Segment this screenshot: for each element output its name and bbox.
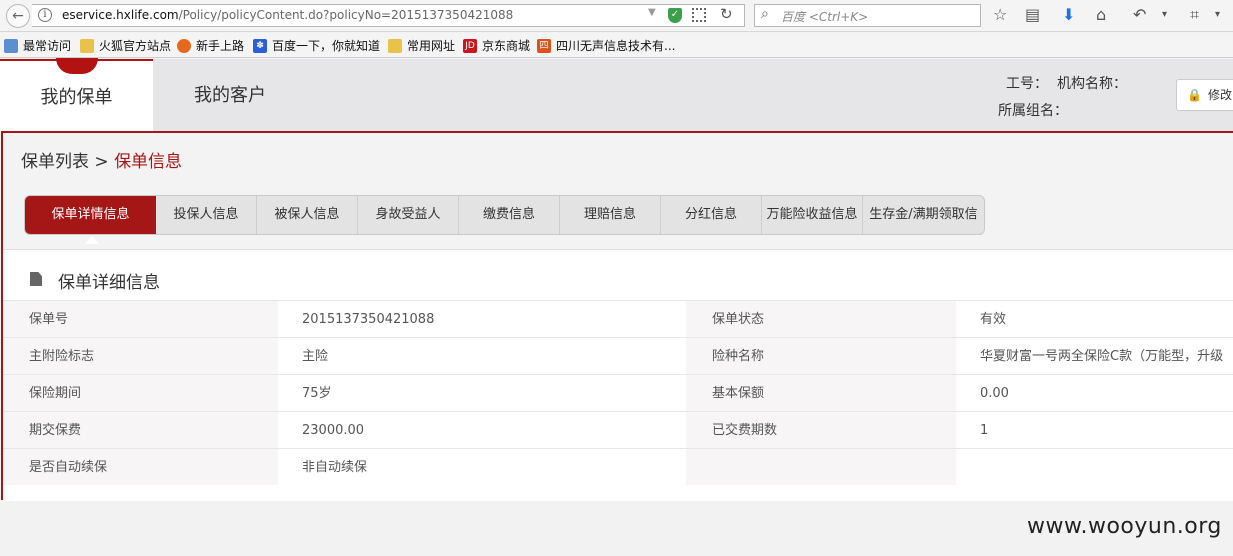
section-title: 保单详细信息 — [58, 273, 160, 293]
content-panel: 保单列表 > 保单信息 保单详情信息 投保人信息 被保人信息 身故受益人 缴费信… — [1, 131, 1233, 501]
tab-universal-returns[interactable]: 万能险收益信息 — [762, 196, 863, 234]
table-row: 是否自动续保 非自动续保 — [3, 448, 1233, 485]
breadcrumb: 保单列表 > 保单信息 — [21, 147, 182, 172]
browser-toolbar: ← i eservice.hxlife.com/Policy/policyCon… — [0, 0, 1233, 32]
back-arrow-icon[interactable]: ← — [6, 4, 30, 28]
reload-icon[interactable]: ↻ — [720, 5, 733, 23]
modify-button[interactable]: 🔒 修改 — [1176, 79, 1233, 111]
tab-claims[interactable]: 理赔信息 — [560, 196, 661, 234]
bookmark-firefox-site[interactable]: 火狐官方站点 — [80, 37, 171, 54]
url-path: /Policy/policyContent.do?policyNo=201513… — [178, 8, 514, 22]
dropdown-arrow-icon[interactable]: ▼ — [648, 7, 656, 18]
bookmark-icon — [4, 38, 18, 53]
field-label: 是否自动续保 — [3, 449, 278, 485]
crop-menu-icon[interactable]: ▾ — [1215, 5, 1220, 25]
document-icon — [30, 272, 42, 286]
table-row: 保险期间 75岁 基本保额 0.00 — [3, 374, 1233, 411]
crop-icon[interactable]: ⌗ — [1190, 5, 1199, 25]
field-value: 华夏财富一号两全保险C款（万能型，升级 — [980, 349, 1224, 364]
field-value: 2015137350421088 — [302, 312, 435, 327]
folder-icon — [80, 38, 94, 53]
field-label — [686, 449, 956, 485]
baidu-paw-icon: ✽ — [253, 38, 267, 53]
bookmark-getting-started[interactable]: 新手上路 — [177, 37, 244, 54]
bookmark-common-sites[interactable]: 常用网址 — [388, 37, 455, 54]
tab-my-customers[interactable]: 我的客户 — [175, 59, 285, 131]
staff-id-label: 工号： — [1006, 76, 1048, 92]
undo-menu-icon[interactable]: ▾ — [1162, 5, 1167, 25]
reading-list-icon[interactable]: ▤ — [1025, 5, 1040, 25]
breadcrumb-current: 保单信息 — [114, 152, 183, 172]
field-label: 期交保费 — [3, 412, 278, 448]
jd-logo-icon: JD — [463, 38, 477, 53]
home-icon[interactable]: ⌂ — [1096, 5, 1106, 25]
table-row: 期交保费 23000.00 已交费期数 1 — [3, 411, 1233, 448]
shield-icon[interactable]: ✓ — [668, 8, 682, 23]
field-value: 有效 — [980, 312, 1007, 327]
field-value: 1 — [980, 423, 989, 438]
address-bar[interactable]: i eservice.hxlife.com/Policy/policyConte… — [32, 4, 745, 27]
breadcrumb-separator: > — [94, 152, 109, 172]
qr-code-icon[interactable] — [692, 8, 706, 22]
firefox-icon — [177, 38, 191, 53]
download-icon[interactable]: ⬇ — [1062, 5, 1075, 25]
field-value: 主险 — [302, 349, 329, 364]
url-host: eservice.hxlife.com — [62, 8, 179, 22]
org-name-label: 机构名称： — [1057, 76, 1127, 92]
tab-insured[interactable]: 被保人信息 — [257, 196, 358, 234]
field-label: 保单号 — [3, 301, 278, 337]
bookmark-star-icon[interactable]: ☆ — [993, 5, 1007, 25]
policy-detail-table: 保单号 2015137350421088 保单状态 有效 主附险标志 主险 险种… — [3, 300, 1233, 485]
bookmark-jd[interactable]: JD 京东商城 — [463, 37, 530, 54]
field-value: 23000.00 — [302, 423, 365, 438]
undo-icon[interactable]: ↶ — [1133, 5, 1146, 25]
field-value: 非自动续保 — [302, 460, 368, 475]
field-label: 保单状态 — [686, 301, 956, 337]
table-row: 保单号 2015137350421088 保单状态 有效 — [3, 300, 1233, 337]
folder-icon — [388, 38, 402, 53]
bookmark-most-visited[interactable]: 最常访问 — [4, 37, 71, 54]
active-tab-pointer — [85, 236, 99, 244]
lock-icon: 🔒 — [1187, 88, 1202, 102]
search-bar[interactable]: ⌕ 百度 <Ctrl+K> — [754, 4, 981, 27]
bookmark-baidu[interactable]: ✽ 百度一下，你就知道 — [253, 37, 380, 54]
tab-dividends[interactable]: 分红信息 — [661, 196, 762, 234]
tab-policyholder[interactable]: 投保人信息 — [156, 196, 257, 234]
site-logo-icon: 四 — [537, 38, 551, 53]
tab-policy-details[interactable]: 保单详情信息 — [25, 196, 156, 234]
field-label: 保险期间 — [3, 375, 278, 411]
tab-death-beneficiary[interactable]: 身故受益人 — [358, 196, 459, 234]
watermark: www.wooyun.org — [1027, 514, 1222, 539]
field-value: 0.00 — [980, 386, 1009, 401]
group-name-label: 所属组名： — [998, 103, 1068, 119]
field-label: 险种名称 — [686, 338, 956, 374]
field-value — [956, 449, 1233, 485]
field-value: 75岁 — [302, 386, 332, 401]
search-icon: ⌕ — [761, 6, 769, 22]
policy-subtabs: 保单详情信息 投保人信息 被保人信息 身故受益人 缴费信息 理赔信息 分红信息 … — [24, 195, 985, 235]
tab-payment[interactable]: 缴费信息 — [459, 196, 560, 234]
policy-detail-section: 保单详细信息 保单号 2015137350421088 保单状态 有效 主附险标… — [3, 249, 1233, 501]
search-placeholder: 百度 <Ctrl+K> — [781, 10, 869, 24]
bookmark-sichuan[interactable]: 四四川无声信息技术有... — [537, 37, 675, 54]
bookmarks-bar: 最常访问 火狐官方站点 新手上路 ✽ 百度一下，你就知道 常用网址 JD 京东商城 … — [0, 33, 1233, 58]
breadcrumb-parent[interactable]: 保单列表 — [21, 152, 89, 172]
tab-survival-benefits[interactable]: 生存金/满期领取信 — [863, 196, 984, 234]
field-label: 已交费期数 — [686, 412, 956, 448]
info-icon[interactable]: i — [38, 8, 52, 22]
table-row: 主附险标志 主险 险种名称 华夏财富一号两全保险C款（万能型，升级 — [3, 337, 1233, 374]
url-text[interactable]: eservice.hxlife.com/Policy/policyContent… — [62, 8, 513, 22]
field-label: 基本保额 — [686, 375, 956, 411]
field-label: 主附险标志 — [3, 338, 278, 374]
